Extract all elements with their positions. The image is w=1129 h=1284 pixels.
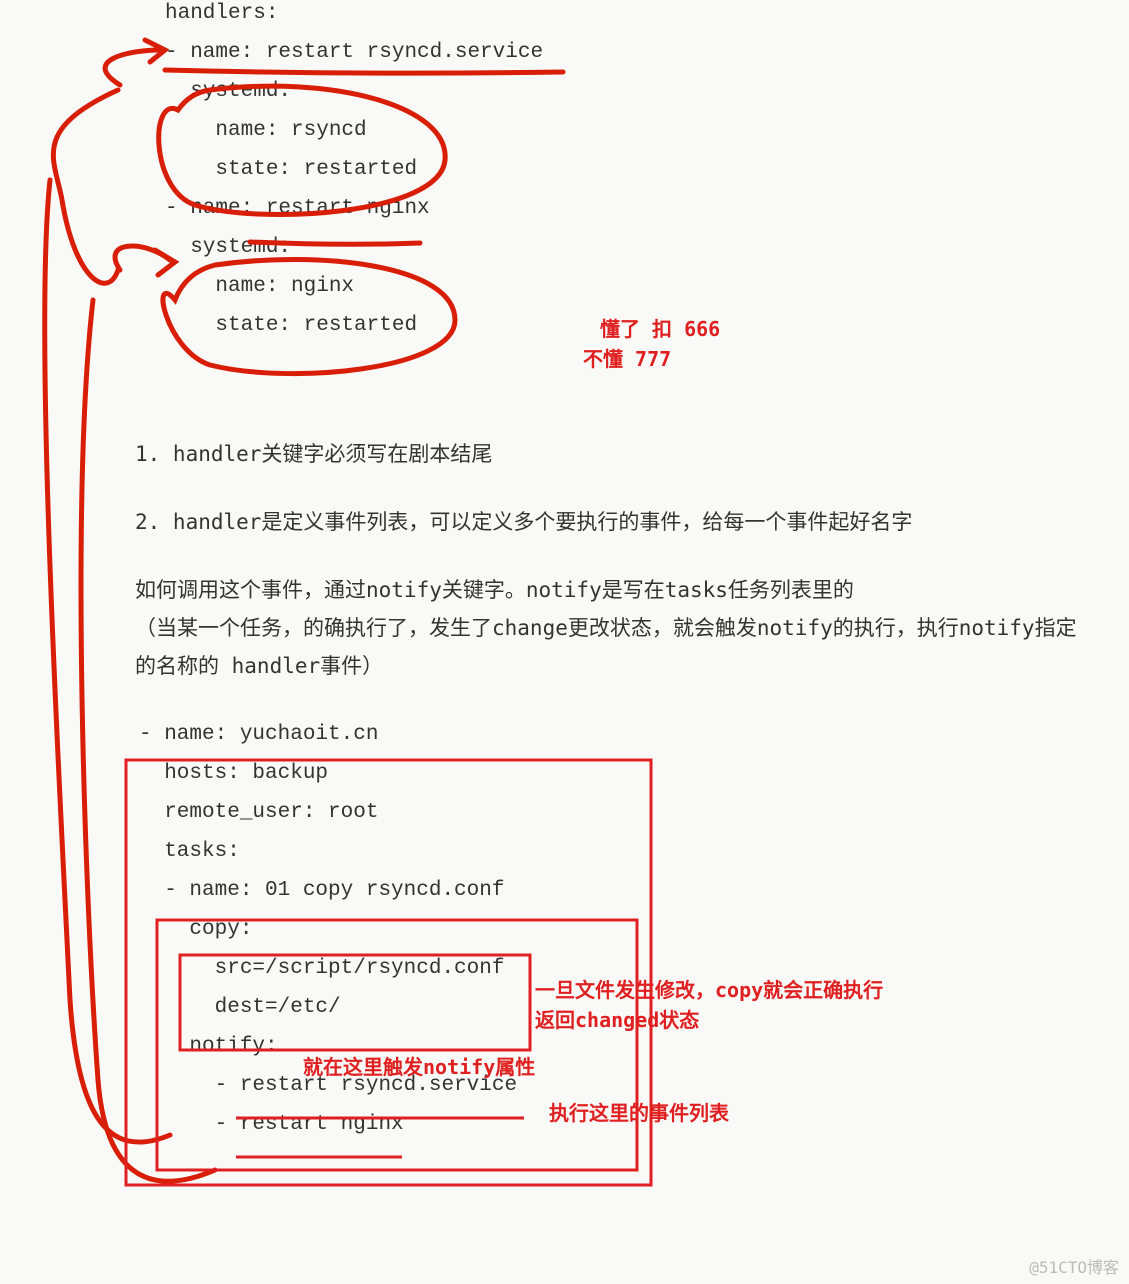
code-line: state: restarted [165, 158, 417, 181]
document-content: handlers: - name: restart rsyncd.service… [135, 0, 1095, 1144]
code-line: name: nginx [165, 275, 354, 298]
code-line: state: restarted [165, 314, 417, 337]
code-line: - name: restart rsyncd.service [165, 41, 543, 64]
code-line: hosts: backup [139, 762, 328, 785]
code-line: src=/script/rsyncd.conf [139, 957, 504, 980]
annotation-events: 执行这里的事件列表 [549, 1098, 729, 1128]
annotation-777: 不懂 777 [583, 344, 671, 374]
code-line: - name: restart nginx [165, 197, 430, 220]
watermark: @51CTO博客 [1029, 1254, 1119, 1278]
code-line: name: rsyncd [165, 119, 367, 142]
code-line: - name: 01 copy rsyncd.conf [139, 879, 504, 902]
code-line: systemd: [165, 236, 291, 259]
annotation-copy2: 返回changed状态 [535, 1005, 699, 1035]
code-line: remote_user: root [139, 801, 378, 824]
annotation-notify: 就在这里触发notify属性 [303, 1052, 535, 1082]
code-line: handlers: [165, 2, 278, 25]
code-line: dest=/etc/ [139, 996, 341, 1019]
paragraph-block: 1. handler关键字必须写在剧本结尾 2. handler是定义事件列表，… [135, 435, 1095, 685]
code-line: notify: [139, 1035, 278, 1058]
code-block-bottom: - name: yuchaoit.cn hosts: backup remote… [139, 715, 1095, 1144]
code-line: - name: yuchaoit.cn [139, 723, 378, 746]
code-line: tasks: [139, 840, 240, 863]
code-line: - restart nginx [139, 1113, 404, 1136]
annotation-666: 懂了 扣 666 [600, 314, 720, 344]
code-line: systemd: [165, 80, 291, 103]
paragraph-3: 如何调用这个事件，通过notify关键字。notify是写在tasks任务列表里… [135, 571, 1095, 685]
annotation-copy: 一旦文件发生修改，copy就会正确执行 [535, 975, 883, 1005]
paragraph-3a: 如何调用这个事件，通过notify关键字。notify是写在tasks任务列表里… [135, 578, 854, 602]
code-line: copy: [139, 918, 252, 941]
paragraph-3b: （当某一个任务，的确执行了，发生了change更改状态，就会触发notify的执… [135, 616, 1077, 678]
code-block-top: handlers: - name: restart rsyncd.service… [165, 0, 1095, 345]
paragraph-1: 1. handler关键字必须写在剧本结尾 [135, 435, 1095, 473]
paragraph-2: 2. handler是定义事件列表，可以定义多个要执行的事件，给每一个事件起好名… [135, 503, 1095, 541]
